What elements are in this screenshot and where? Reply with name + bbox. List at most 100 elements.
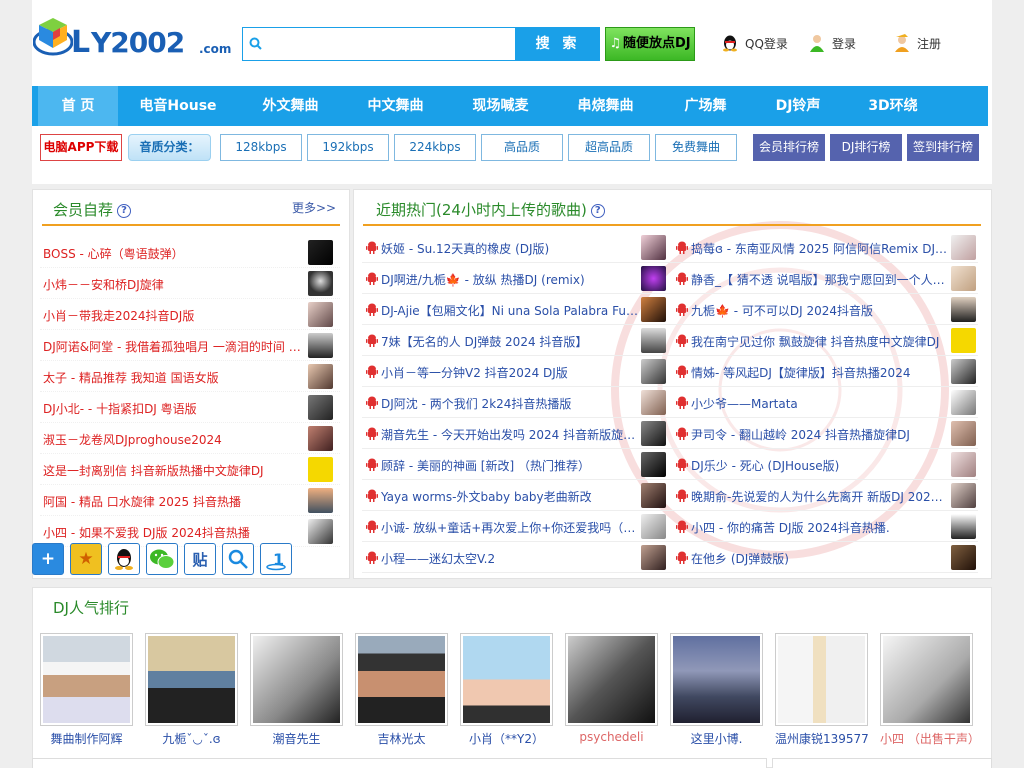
register-link[interactable]: 注册 xyxy=(893,34,941,52)
list-item[interactable]: 妖姬 - Su.12天真的橡皮 (DJ版) xyxy=(362,232,670,263)
qq-login-link[interactable]: QQ登录 xyxy=(721,34,788,52)
list-item[interactable]: 我在南宁见过你 飘鼓旋律 抖音热度中文旋律DJ xyxy=(672,325,980,356)
song-thumbnail[interactable] xyxy=(308,488,333,513)
song-thumbnail[interactable] xyxy=(951,297,976,322)
dj-rank-button[interactable]: DJ排行榜 xyxy=(830,134,902,161)
song-title[interactable]: Yaya worms-外文baby baby老曲新改 xyxy=(381,488,639,505)
quality-super-high[interactable]: 超高品质 xyxy=(568,134,650,161)
song-thumbnail[interactable] xyxy=(308,240,333,265)
dj-name[interactable]: 九栀ˇ◡ˇ.ɞ xyxy=(145,730,238,747)
list-item[interactable]: DJ乐少 - 死心 (DJHouse版) xyxy=(672,449,980,480)
quality-128[interactable]: 128kbps xyxy=(220,134,302,161)
song-thumbnail[interactable] xyxy=(641,452,666,477)
dj-avatar[interactable] xyxy=(460,633,553,726)
quality-192[interactable]: 192kbps xyxy=(307,134,389,161)
list-item[interactable]: 7妹【无名的人 DJ弹鼓 2024 抖音版】 xyxy=(362,325,670,356)
song-thumbnail[interactable] xyxy=(641,390,666,415)
app-download-button[interactable]: 电脑APP下载 xyxy=(40,134,122,161)
list-item[interactable]: 晚期俞-先说爱的人为什么先离开 新版DJ 2024抖音 xyxy=(672,480,980,511)
song-thumbnail[interactable] xyxy=(641,421,666,446)
dj-card[interactable]: 吉林光太 xyxy=(355,633,448,747)
dj-name[interactable]: 潮音先生 xyxy=(250,730,343,747)
list-item[interactable]: DJ阿沈 - 两个我们 2k24抖音热播版 xyxy=(362,387,670,418)
song-title[interactable]: DJ小北- - 十指紧扣DJ 粤语版 xyxy=(43,400,307,417)
site-logo[interactable]: L Y2002 .com xyxy=(33,12,233,62)
dj-name[interactable]: 吉林光太 xyxy=(355,730,448,747)
song-thumbnail[interactable] xyxy=(641,235,666,260)
number-one-share-icon[interactable]: 1 xyxy=(260,543,292,575)
ferrari-thumbnail[interactable] xyxy=(308,457,333,482)
song-title[interactable]: DJ乐少 - 死心 (DJHouse版) xyxy=(691,457,949,474)
song-thumbnail[interactable] xyxy=(641,359,666,384)
star-share-icon[interactable]: ★ xyxy=(70,543,102,575)
song-title[interactable]: 情姊- 等风起DJ【旋律版】抖音热播2024 xyxy=(691,364,949,381)
song-title[interactable]: 小肖－等一分钟V2 抖音2024 DJ版 xyxy=(381,364,639,381)
song-thumbnail[interactable] xyxy=(308,395,333,420)
list-item[interactable]: 淑玉－龙卷风DJproghouse2024 xyxy=(40,423,340,454)
dj-card[interactable]: 九栀ˇ◡ˇ.ɞ xyxy=(145,633,238,747)
song-title[interactable]: 阿国 - 精品 口水旋律 2025 抖音热播 xyxy=(43,493,307,510)
list-item[interactable]: 顾辞 - 美丽的神画 [新改] （热门推荐） xyxy=(362,449,670,480)
song-thumbnail[interactable] xyxy=(951,483,976,508)
dj-avatar[interactable] xyxy=(880,633,973,726)
song-thumbnail[interactable] xyxy=(641,545,666,570)
list-item[interactable]: 尹司令 - 翻山越岭 2024 抖音热播旋律DJ xyxy=(672,418,980,449)
list-item[interactable]: 潮音先生 - 今天开始出发吗 2024 抖音新版旋律DJ xyxy=(362,418,670,449)
song-title[interactable]: DJ阿沈 - 两个我们 2k24抖音热播版 xyxy=(381,395,639,412)
random-dj-button[interactable]: ♫ 随便放点DJ xyxy=(605,27,695,61)
list-item[interactable]: DJ啊进/九栀🍁 - 放纵 热播DJ (remix) xyxy=(362,263,670,294)
song-title[interactable]: 小诚- 放纵+童话+再次爱上你+你还爱我吗（精选串烧） xyxy=(381,519,639,536)
dj-name[interactable]: 温州康锐13957717195 xyxy=(775,730,868,747)
dj-card[interactable]: 这里小博. xyxy=(670,633,763,747)
dj-name[interactable]: 小四 （出售干声） xyxy=(880,730,973,747)
member-rank-button[interactable]: 会员排行榜 xyxy=(753,134,825,161)
list-item[interactable]: 太子 - 精品推荐 我知道 国语女版 xyxy=(40,361,340,392)
song-thumbnail[interactable] xyxy=(641,266,666,291)
dj-avatar[interactable] xyxy=(250,633,343,726)
song-thumbnail[interactable] xyxy=(308,364,333,389)
dj-card[interactable]: 小四 （出售干声） xyxy=(880,633,973,747)
nav-chinese[interactable]: 中文舞曲 xyxy=(343,86,448,126)
dj-card[interactable]: psychedeli xyxy=(565,633,658,744)
nav-live-shout[interactable]: 现场喊麦 xyxy=(448,86,553,126)
song-thumbnail[interactable] xyxy=(951,328,976,353)
song-thumbnail[interactable] xyxy=(308,271,333,296)
dj-card[interactable]: 舞曲制作阿辉 xyxy=(40,633,133,747)
song-title[interactable]: 捣莓ɞ - 东南亚风情 2025 阿信阿信Remix DJ捣莓版 xyxy=(691,240,949,257)
song-thumbnail[interactable] xyxy=(951,421,976,446)
song-title[interactable]: 小少爷——Martata xyxy=(691,395,949,412)
song-title[interactable]: 小四 - 你的痛苦 DJ版 2024抖音热播. xyxy=(691,519,949,536)
search-share-icon[interactable] xyxy=(222,543,254,575)
song-title[interactable]: 潮音先生 - 今天开始出发吗 2024 抖音新版旋律DJ xyxy=(381,426,639,443)
song-title[interactable]: 妖姬 - Su.12天真的橡皮 (DJ版) xyxy=(381,240,639,257)
nav-house[interactable]: 电音House xyxy=(118,86,238,126)
dj-card[interactable]: 潮音先生 xyxy=(250,633,343,747)
list-item[interactable]: 阿国 - 精品 口水旋律 2025 抖音热播 xyxy=(40,485,340,516)
list-item[interactable]: 小炜－－安和桥DJ旋律 xyxy=(40,268,340,299)
list-item[interactable]: BOSS - 心碎（粤语鼓弹） xyxy=(40,237,340,268)
song-title[interactable]: DJ阿诺&阿堂 - 我借着孤独唱月 一滴泪的时间 2024 xyxy=(43,338,307,355)
song-title[interactable]: 在他乡 (DJ弹鼓版) xyxy=(691,550,949,567)
list-item[interactable]: 情姊- 等风起DJ【旋律版】抖音热播2024 xyxy=(672,356,980,387)
help-icon[interactable]: ? xyxy=(117,204,132,218)
song-title[interactable]: 我在南宁见过你 飘鼓旋律 抖音热度中文旋律DJ xyxy=(691,333,949,350)
dj-name[interactable]: 舞曲制作阿辉 xyxy=(40,730,133,747)
song-thumbnail[interactable] xyxy=(951,235,976,260)
list-item[interactable]: 九栀🍁 - 可不可以DJ 2024抖音版 xyxy=(672,294,980,325)
list-item[interactable]: 小程——迷幻太空V.2 xyxy=(362,542,670,573)
list-item[interactable]: 小少爷——Martata xyxy=(672,387,980,418)
song-thumbnail[interactable] xyxy=(308,426,333,451)
quality-high[interactable]: 高品质 xyxy=(481,134,563,161)
wechat-share-icon[interactable] xyxy=(146,543,178,575)
song-title[interactable]: 尹司令 - 翻山越岭 2024 抖音热播旋律DJ xyxy=(691,426,949,443)
song-title[interactable]: 这是一封离别信 抖音新版热播中文旋律DJ xyxy=(43,462,307,479)
quality-224[interactable]: 224kbps xyxy=(394,134,476,161)
help-icon[interactable]: ? xyxy=(590,204,605,218)
dj-card[interactable]: 温州康锐13957717195 xyxy=(775,633,868,747)
list-item[interactable]: Yaya worms-外文baby baby老曲新改 xyxy=(362,480,670,511)
list-item[interactable]: DJ小北- - 十指紧扣DJ 粤语版 xyxy=(40,392,340,423)
nav-foreign[interactable]: 外文舞曲 xyxy=(238,86,343,126)
song-title[interactable]: BOSS - 心碎（粤语鼓弹） xyxy=(43,245,307,262)
dj-name[interactable]: psychedeli xyxy=(565,730,658,744)
song-title[interactable]: 淑玉－龙卷风DJproghouse2024 xyxy=(43,431,307,448)
